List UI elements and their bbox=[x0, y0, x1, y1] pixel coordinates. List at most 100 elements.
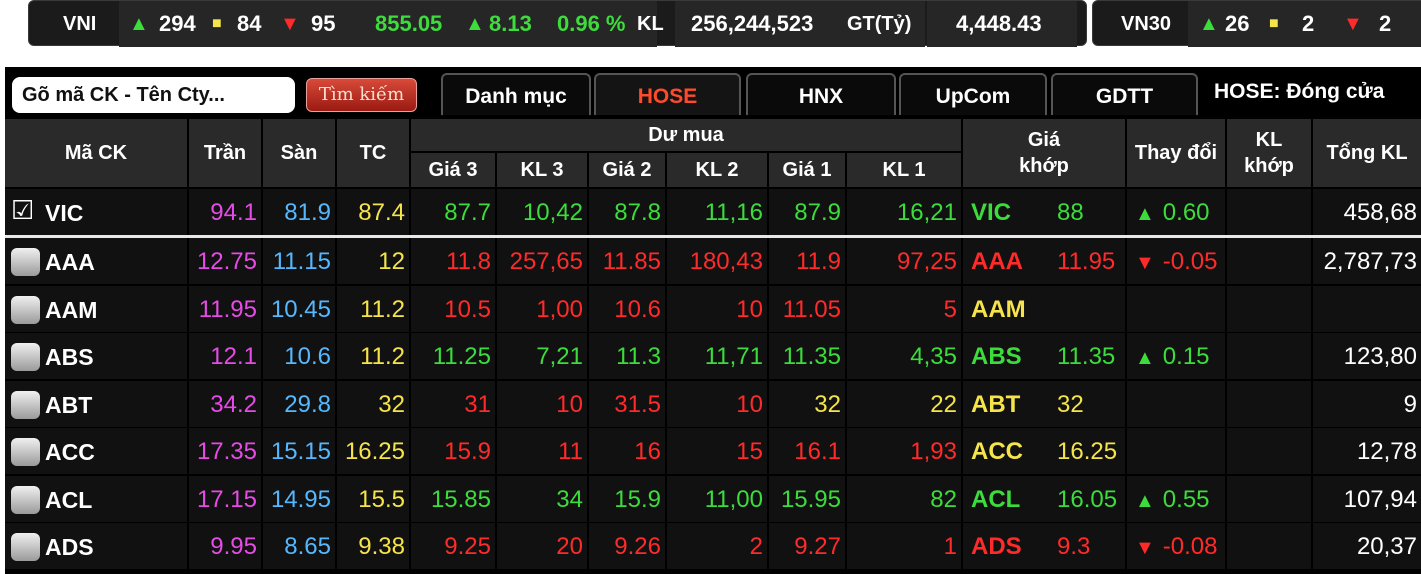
total-volume: 9 bbox=[1313, 380, 1421, 427]
reference-price: 15.5 bbox=[337, 475, 409, 522]
bid-volume-2: 10 bbox=[667, 380, 767, 427]
change-cell: ▼ -0.08 bbox=[1127, 523, 1225, 569]
checkbox-icon[interactable] bbox=[11, 533, 40, 561]
search-button[interactable]: Tìm kiếm bbox=[306, 78, 417, 112]
match-symbol: ADS bbox=[971, 533, 1022, 560]
header-match-price[interactable]: Giá khớp bbox=[963, 119, 1125, 187]
triangle-up-icon: ▲ bbox=[129, 13, 149, 35]
triangle-up-icon: ▲ bbox=[1199, 13, 1219, 35]
match-cell: ABS 11.35 bbox=[963, 333, 1125, 379]
checkbox-icon[interactable] bbox=[11, 248, 40, 276]
bid-price-3: 15.9 bbox=[411, 428, 495, 474]
bid-volume-1: 97,25 bbox=[847, 238, 961, 284]
vni-value: 855.05 bbox=[375, 11, 443, 36]
total-volume: 123,80 bbox=[1313, 333, 1421, 379]
header-symbol[interactable]: Mã CK bbox=[5, 119, 187, 187]
match-symbol: AAA bbox=[971, 248, 1023, 275]
checkbox-icon[interactable] bbox=[11, 295, 40, 324]
header-change[interactable]: Thay đổi bbox=[1127, 119, 1225, 187]
triangle-up-icon: ▲ bbox=[1135, 347, 1155, 369]
ceiling-price: 17.15 bbox=[189, 475, 261, 522]
header-vol1[interactable]: KL 1 bbox=[847, 153, 961, 187]
bid-volume-1: 5 bbox=[847, 285, 961, 332]
reference-price: 11.2 bbox=[337, 285, 409, 332]
search-input[interactable]: Gõ mã CK - Tên Cty... bbox=[12, 77, 295, 113]
tab-gdtt[interactable]: GDTT bbox=[1051, 73, 1198, 115]
symbol-cell: AAM bbox=[5, 285, 187, 332]
pinned-table-row[interactable]: ☑ VIC 94.1 81.9 87.4 87.7 10,42 87.8 11,16 87.9 16… bbox=[5, 189, 1421, 235]
checkbox-checked-icon[interactable]: ☑ bbox=[11, 193, 34, 227]
table-row[interactable]: ADS 9.95 8.65 9.38 9.25 20 9.26 2 9.27 1 ADS 9.3 ▼ -0… bbox=[5, 523, 1421, 569]
reference-price: 87.4 bbox=[337, 189, 409, 235]
total-volume bbox=[1313, 285, 1421, 332]
vn30-down-count: 2 bbox=[1379, 11, 1392, 36]
bid-price-3: 11.8 bbox=[411, 238, 495, 284]
bid-price-2: 9.26 bbox=[589, 523, 665, 569]
header-floor[interactable]: Sàn bbox=[263, 119, 335, 187]
table-row[interactable]: ABS 12.1 10.6 11.2 11.25 7,21 11.3 11,71 11.35 4,… bbox=[5, 333, 1421, 379]
bid-volume-3: 7,21 bbox=[497, 333, 587, 379]
header-vol3[interactable]: KL 3 bbox=[497, 153, 587, 187]
checkbox-icon[interactable] bbox=[11, 485, 40, 514]
bid-volume-1: 22 bbox=[847, 380, 961, 427]
bid-volume-3: 10 bbox=[497, 380, 587, 427]
match-volume bbox=[1227, 475, 1311, 522]
triangle-down-icon: ▼ bbox=[1135, 252, 1155, 274]
total-volume: 458,68 bbox=[1313, 189, 1421, 235]
symbol-label: ABT bbox=[45, 391, 93, 418]
header-price2[interactable]: Giá 2 bbox=[589, 153, 665, 187]
header-ceiling[interactable]: Trần bbox=[189, 119, 261, 187]
match-cell: VIC 88 bbox=[963, 189, 1125, 235]
checkbox-icon[interactable] bbox=[11, 390, 40, 419]
match-symbol: VIC bbox=[971, 199, 1012, 226]
table-row[interactable]: ACC 17.35 15.15 16.25 15.9 11 16 15 16.1 1,93 ACC 1… bbox=[5, 428, 1421, 474]
header-price3[interactable]: Giá 3 bbox=[411, 153, 495, 187]
change-cell: ▲ 0.55 bbox=[1127, 475, 1225, 522]
checkbox-icon[interactable] bbox=[11, 438, 40, 466]
header-vol2[interactable]: KL 2 bbox=[667, 153, 767, 187]
bid-volume-3: 34 bbox=[497, 475, 587, 522]
symbol-cell: ☑ VIC bbox=[5, 189, 187, 235]
symbol-label: ABS bbox=[45, 344, 94, 370]
pinned-separator bbox=[5, 235, 1421, 238]
vni-index-bar: VNI ▲ 294 ■ 84 ▼ 95 855.05 ▲ 8.13 0.96 %… bbox=[28, 0, 1087, 47]
bid-price-1: 16.1 bbox=[769, 428, 845, 474]
match-volume bbox=[1227, 189, 1311, 235]
header-match-volume[interactable]: KL khớp bbox=[1227, 119, 1311, 187]
bid-price-2: 16 bbox=[589, 428, 665, 474]
reference-price: 16.25 bbox=[337, 428, 409, 474]
triangle-down-icon: ▼ bbox=[1343, 13, 1363, 35]
header-total-volume[interactable]: Tổng KL bbox=[1313, 119, 1421, 187]
table-row[interactable]: ABT 34.2 29.8 32 31 10 31.5 10 32 22 ABT 32 9 bbox=[5, 380, 1421, 427]
tab-upcom[interactable]: UpCom bbox=[899, 73, 1047, 115]
change-value: 0.60 bbox=[1162, 199, 1210, 226]
bid-volume-2: 11,00 bbox=[667, 475, 767, 522]
match-price: 16.05 bbox=[1057, 485, 1118, 513]
ceiling-price: 11.95 bbox=[189, 285, 261, 332]
match-volume bbox=[1227, 380, 1311, 427]
tab-hose[interactable]: HOSE bbox=[594, 73, 741, 115]
header-reference[interactable]: TC bbox=[337, 119, 409, 187]
bid-price-1: 11.9 bbox=[769, 238, 845, 284]
vni-up-count: 294 bbox=[159, 11, 196, 36]
tab-watchlist[interactable]: Danh mục bbox=[441, 73, 591, 115]
table-row[interactable]: AAA 12.75 11.15 12 11.8 257,65 11.85 180,43 11.9… bbox=[5, 238, 1421, 284]
bid-volume-2: 2 bbox=[667, 523, 767, 569]
bid-volume-1: 4,35 bbox=[847, 333, 961, 379]
table-row[interactable]: AAM 11.95 10.45 11.2 10.5 1,00 10.6 10 11.05 5 AAM bbox=[5, 285, 1421, 332]
match-price: 88 bbox=[1057, 199, 1084, 226]
header-bid-group: Dư mua bbox=[411, 119, 961, 151]
vn30-ref-count: 2 bbox=[1302, 11, 1315, 36]
match-cell: AAA 11.95 bbox=[963, 238, 1125, 284]
checkbox-icon[interactable] bbox=[11, 343, 40, 371]
table-row[interactable]: ACL 17.15 14.95 15.5 15.85 34 15.9 11,00 15.95 82… bbox=[5, 475, 1421, 522]
bid-volume-2: 11,16 bbox=[667, 189, 767, 235]
match-volume bbox=[1227, 428, 1311, 474]
tab-hnx[interactable]: HNX bbox=[746, 73, 896, 115]
symbol-cell: ACL bbox=[5, 475, 187, 522]
ceiling-price: 12.1 bbox=[189, 333, 261, 379]
bid-volume-1: 1 bbox=[847, 523, 961, 569]
vn30-up-count: 26 bbox=[1225, 11, 1250, 36]
header-price1[interactable]: Giá 1 bbox=[769, 153, 845, 187]
total-volume: 2,787,73 bbox=[1313, 238, 1421, 284]
